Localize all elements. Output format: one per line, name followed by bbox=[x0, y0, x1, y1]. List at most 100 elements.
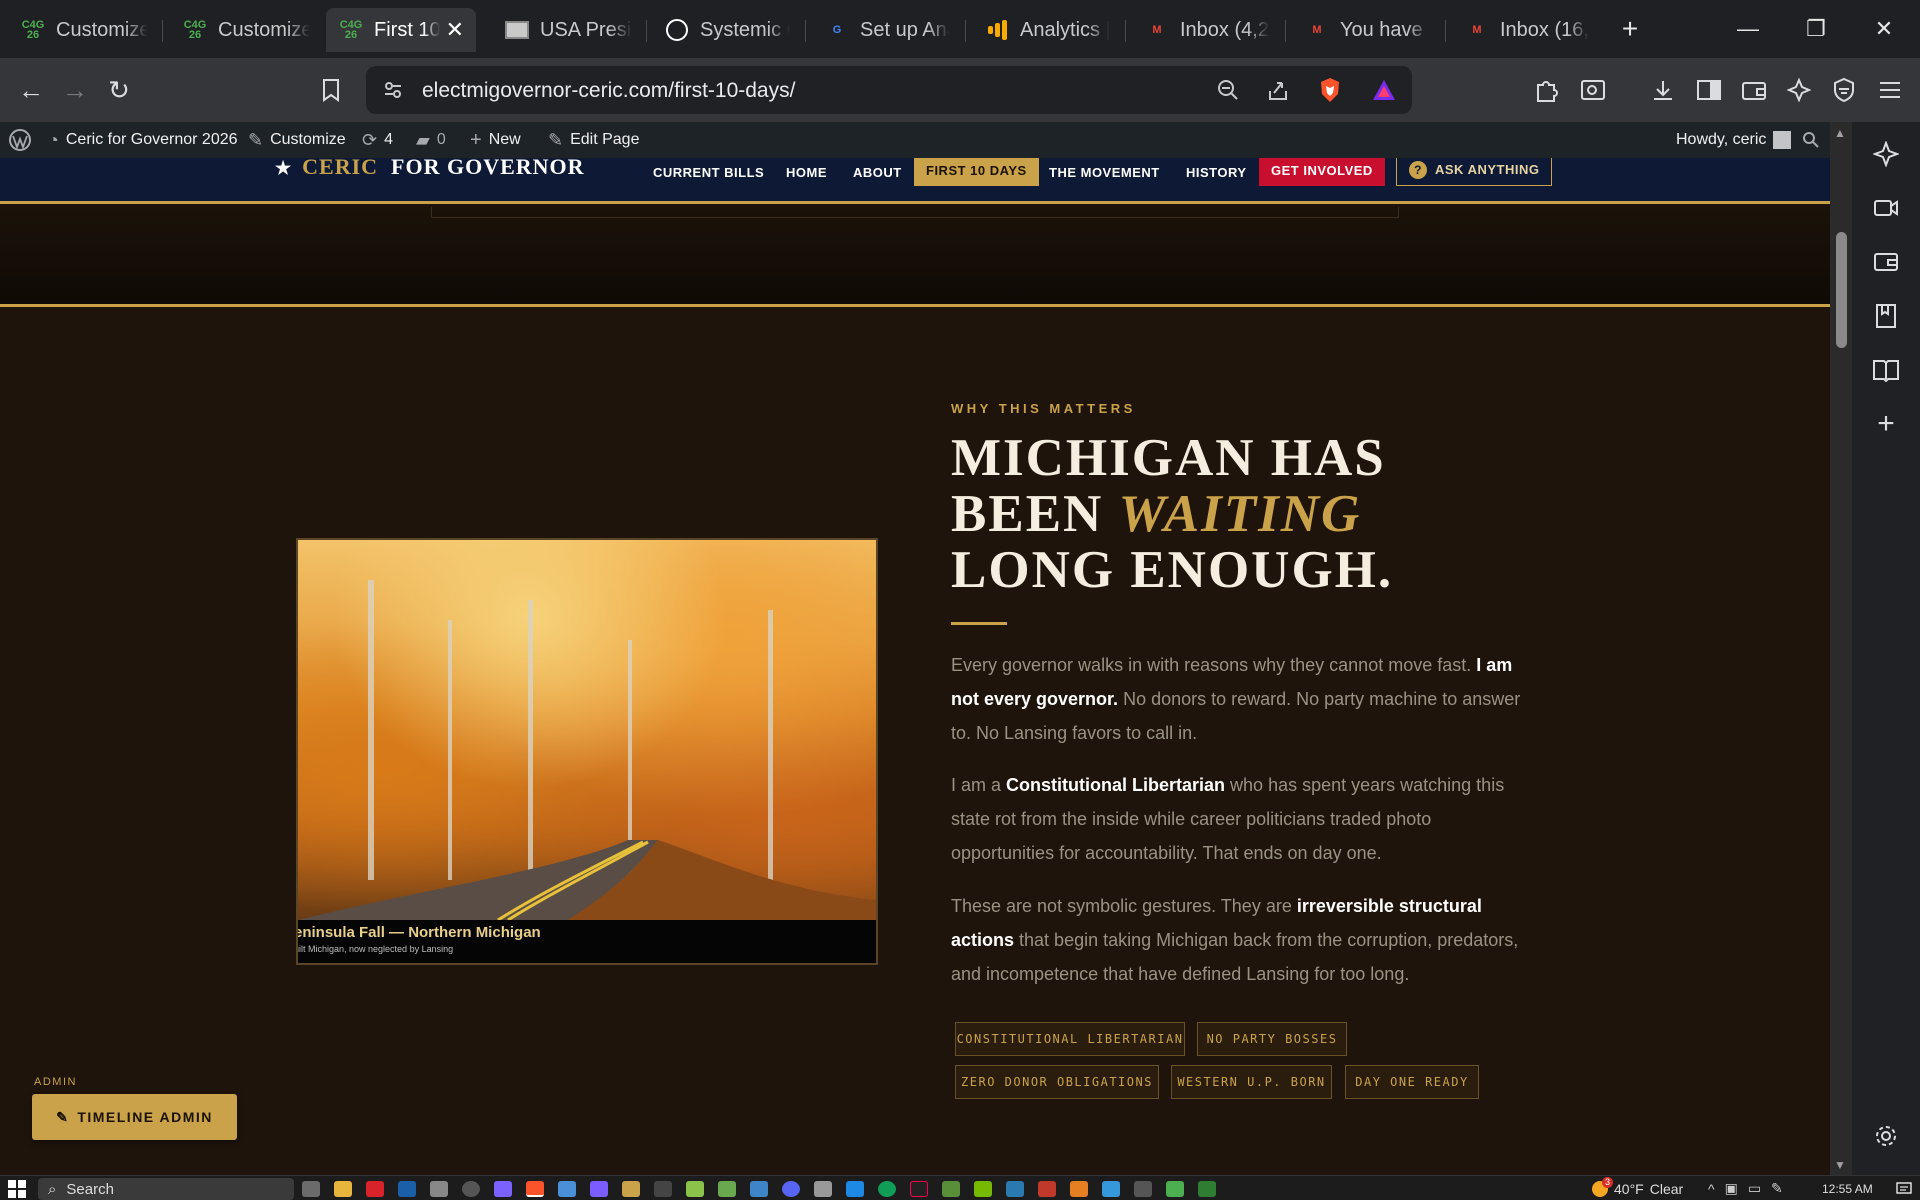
weather-widget[interactable]: 3 40°F Clear bbox=[1592, 1176, 1683, 1199]
brave-shields-icon[interactable] bbox=[1313, 73, 1347, 107]
windows-start-icon[interactable] bbox=[8, 1178, 26, 1199]
new-tab-button[interactable]: + bbox=[1610, 12, 1650, 46]
address-bar[interactable]: electmigovernor-ceric.com/first-10-days/ bbox=[366, 66, 1412, 114]
leo-ai-icon[interactable] bbox=[1780, 71, 1818, 109]
camera-tray-icon[interactable]: ▣ bbox=[1725, 1180, 1738, 1197]
nav-the-movement[interactable]: THE MOVEMENT bbox=[1049, 158, 1160, 186]
app-notes-icon[interactable] bbox=[686, 1180, 704, 1197]
reading-list-icon[interactable] bbox=[1870, 354, 1902, 386]
wallet-icon[interactable] bbox=[1870, 246, 1902, 278]
task-view-icon[interactable] bbox=[302, 1180, 320, 1197]
bookmarks-icon[interactable] bbox=[1870, 300, 1902, 332]
leo-ai-icon[interactable] bbox=[1870, 138, 1902, 170]
taskbar-search[interactable]: ⌕ Search bbox=[38, 1178, 294, 1200]
app-b-icon[interactable] bbox=[366, 1180, 384, 1197]
app-red-icon[interactable] bbox=[1038, 1180, 1056, 1197]
app-image-icon[interactable] bbox=[942, 1180, 960, 1197]
tab-first-10-days[interactable]: C4G 26 First 10 ✕ bbox=[326, 8, 476, 52]
brave-rewards-icon[interactable] bbox=[1367, 73, 1401, 107]
clock[interactable]: 12:55 AM bbox=[1822, 1178, 1873, 1199]
app-tools-icon[interactable] bbox=[1166, 1180, 1184, 1197]
back-button[interactable]: ← bbox=[12, 71, 50, 109]
site-settings-icon[interactable] bbox=[376, 73, 410, 107]
nav-about[interactable]: ABOUT bbox=[853, 158, 902, 186]
tab-analytics[interactable]: Analytics | bbox=[972, 8, 1122, 52]
vpn-shield-icon[interactable] bbox=[1825, 71, 1863, 109]
nvidia-icon[interactable] bbox=[974, 1180, 992, 1197]
tab-systemic[interactable]: Systemic C bbox=[652, 8, 802, 52]
notification-icon[interactable] bbox=[1896, 1178, 1912, 1199]
tab-customize-1[interactable]: C4G 26 Customize bbox=[8, 8, 160, 52]
app-gold-icon[interactable] bbox=[622, 1180, 640, 1197]
brave-talk-icon[interactable] bbox=[1870, 192, 1902, 224]
reload-button[interactable]: ↻ bbox=[100, 71, 138, 109]
tiktok-icon[interactable] bbox=[910, 1180, 928, 1197]
downloads-icon[interactable] bbox=[1644, 71, 1682, 109]
nav-history[interactable]: HISTORY bbox=[1186, 158, 1247, 186]
nav-ask-anything[interactable]: ? ASK ANYTHING bbox=[1396, 158, 1553, 186]
nav-get-involved[interactable]: GET INVOLVED bbox=[1259, 158, 1385, 186]
window-close-button[interactable]: ✕ bbox=[1864, 12, 1904, 46]
forward-button[interactable]: → bbox=[56, 71, 94, 109]
app-burst-icon[interactable] bbox=[1070, 1180, 1088, 1197]
tab-set-up-analytics[interactable]: G Set up Ana bbox=[812, 8, 962, 52]
wp-new[interactable]: + New bbox=[470, 122, 521, 158]
site-logo[interactable]: ★ CERIC FOR GOVERNOR bbox=[275, 158, 585, 180]
gear-icon[interactable] bbox=[1870, 1120, 1902, 1152]
app-g-icon[interactable] bbox=[654, 1180, 672, 1197]
app-monitor-icon[interactable] bbox=[558, 1180, 576, 1197]
app-terminal-icon[interactable] bbox=[1134, 1180, 1152, 1197]
wallet-icon[interactable] bbox=[1735, 71, 1773, 109]
brave-browser-icon[interactable] bbox=[526, 1180, 544, 1197]
steam-2-icon[interactable] bbox=[846, 1180, 864, 1197]
close-tab-icon[interactable]: ✕ bbox=[440, 17, 464, 43]
restore-button[interactable]: ❐ bbox=[1796, 12, 1836, 46]
app-download-icon[interactable] bbox=[1198, 1180, 1216, 1197]
copilot-icon[interactable] bbox=[494, 1180, 512, 1197]
zoom-icon[interactable] bbox=[1211, 73, 1245, 107]
chevron-up-icon[interactable]: ^ bbox=[1708, 1181, 1715, 1197]
tab-inbox-1[interactable]: M Inbox (4,24 bbox=[1132, 8, 1282, 52]
app-remote-icon[interactable] bbox=[750, 1180, 768, 1197]
app-purple-icon[interactable] bbox=[590, 1180, 608, 1197]
tab-you-have-a[interactable]: M You have a bbox=[1292, 8, 1442, 52]
discord-icon[interactable] bbox=[782, 1180, 800, 1197]
wp-customize[interactable]: ✎ Customize bbox=[248, 122, 346, 158]
app-c-icon[interactable] bbox=[1006, 1180, 1024, 1197]
pen-icon[interactable]: ✎ bbox=[1771, 1180, 1783, 1197]
bookmark-icon[interactable] bbox=[312, 71, 350, 109]
add-panel-icon[interactable]: + bbox=[1870, 407, 1902, 440]
app-chart-icon[interactable] bbox=[718, 1180, 736, 1197]
nav-home[interactable]: HOME bbox=[786, 158, 827, 186]
page-scrollbar[interactable]: ▲ ▼ bbox=[1830, 122, 1852, 1175]
wordpress-logo-icon[interactable] bbox=[8, 122, 32, 158]
file-explorer-icon[interactable] bbox=[334, 1180, 352, 1197]
wp-site-name[interactable]: ◔ Ceric for Governor 2026 bbox=[48, 122, 238, 158]
share-icon[interactable] bbox=[1261, 73, 1295, 107]
app-grid-icon[interactable] bbox=[814, 1180, 832, 1197]
tab-inbox-2[interactable]: M Inbox (16,7 bbox=[1452, 8, 1602, 52]
steam-icon[interactable] bbox=[398, 1180, 416, 1197]
edge-icon[interactable] bbox=[878, 1180, 896, 1197]
screenshot-search-icon[interactable] bbox=[1574, 71, 1612, 109]
wp-howdy[interactable]: Howdy, ceric bbox=[1676, 122, 1792, 158]
wp-search-icon[interactable] bbox=[1802, 122, 1820, 158]
scroll-up-icon[interactable]: ▲ bbox=[1834, 126, 1846, 140]
wp-updates[interactable]: ⟳ 4 bbox=[362, 122, 393, 158]
tab-customize-2[interactable]: C4G 26 Customize bbox=[170, 8, 322, 52]
extensions-icon[interactable] bbox=[1528, 71, 1566, 109]
app-person-icon[interactable] bbox=[1102, 1180, 1120, 1197]
network-icon[interactable]: ▭ bbox=[1748, 1180, 1761, 1197]
wp-edit-page[interactable]: ✎ Edit Page bbox=[548, 122, 639, 158]
tab-usa-presid[interactable]: USA Presid bbox=[492, 8, 644, 52]
nav-current-bills[interactable]: CURRENT BILLS bbox=[653, 158, 764, 186]
sidebar-toggle-icon[interactable] bbox=[1690, 71, 1728, 109]
scrollbar-thumb[interactable] bbox=[1836, 232, 1847, 348]
scroll-down-icon[interactable]: ▼ bbox=[1834, 1158, 1846, 1172]
nav-first-10-days[interactable]: FIRST 10 DAYS bbox=[914, 158, 1039, 186]
minimize-button[interactable]: — bbox=[1728, 12, 1768, 46]
settings-icon[interactable] bbox=[430, 1180, 448, 1197]
menu-icon[interactable] bbox=[1871, 71, 1909, 109]
wp-comments[interactable]: ▰ 0 bbox=[416, 122, 446, 158]
timeline-admin-button[interactable]: ✎ TIMELINE ADMIN bbox=[32, 1094, 237, 1140]
